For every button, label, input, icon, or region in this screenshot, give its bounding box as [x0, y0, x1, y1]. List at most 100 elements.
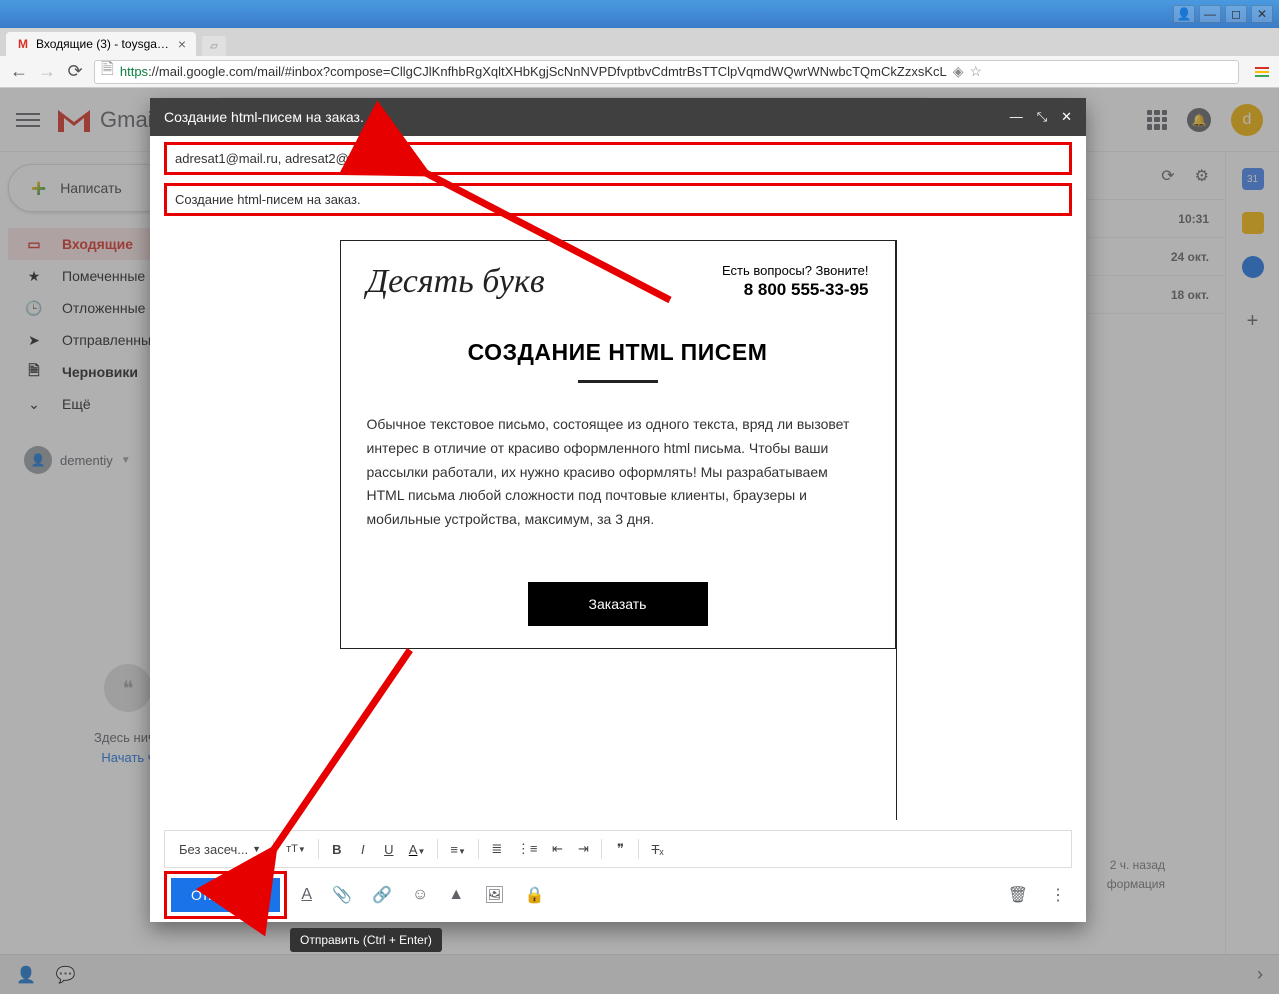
sidebar-label: Черновики: [62, 364, 138, 380]
compose-button[interactable]: + Написать: [8, 164, 168, 212]
quote-icon[interactable]: ❞: [608, 837, 632, 861]
mail-time: 10:31: [1178, 212, 1209, 226]
bold-icon[interactable]: B: [325, 838, 349, 861]
bookmark-icon[interactable]: ☆: [970, 63, 983, 80]
url-text: https://mail.google.com/mail/#inbox?comp…: [120, 64, 947, 79]
send-button[interactable]: Отправить: [171, 878, 280, 912]
star-icon: ★: [24, 268, 44, 285]
link-icon[interactable]: 🔗: [366, 879, 398, 911]
emoji-icon[interactable]: ☺: [406, 880, 434, 910]
maximize-button[interactable]: ◻: [1225, 5, 1247, 23]
calendar-icon[interactable]: 31: [1242, 168, 1264, 190]
hangouts-chat-icon[interactable]: 💬: [56, 965, 76, 985]
refresh-icon[interactable]: ⟳: [1161, 166, 1174, 186]
new-tab-button[interactable]: ▱: [202, 36, 226, 56]
sidebar-label: Отложенные: [62, 300, 145, 316]
tasks-icon[interactable]: [1242, 256, 1264, 278]
tab-close-icon[interactable]: ×: [178, 36, 186, 52]
font-size-icon[interactable]: тТ▼: [280, 839, 312, 859]
format-toolbar: Без засеч...▼ тТ▼ B I U A▼ ≡▼ ≣ ⋮≡ ⇤ ⇥ ❞…: [164, 830, 1072, 868]
close-icon[interactable]: ✕: [1061, 109, 1072, 125]
compose-label: Написать: [60, 180, 121, 196]
email-body-text: Обычное текстовое письмо, состоящее из о…: [367, 413, 869, 532]
window-titlebar: 👤 — ◻ ✕: [0, 0, 1279, 28]
email-divider: [578, 380, 658, 383]
settings-gear-icon[interactable]: ⚙: [1195, 166, 1209, 186]
user-name: dementiy: [60, 453, 113, 468]
email-brand-logo: Десять букв: [367, 263, 545, 301]
compose-titlebar[interactable]: Создание html-писем на заказ. — ⤡ ✕: [150, 98, 1086, 136]
browser-toolbar: ← → ⟳ 🗎 https://mail.google.com/mail/#in…: [0, 56, 1279, 88]
sidebar-label: Отправленные: [62, 332, 159, 348]
send-highlight-box: Отправить: [164, 871, 287, 919]
minimize-icon[interactable]: —: [1010, 109, 1023, 125]
unordered-list-icon[interactable]: ⋮≡: [511, 837, 544, 861]
minimize-button[interactable]: —: [1199, 5, 1221, 23]
apps-grid-icon[interactable]: [1147, 110, 1167, 130]
clock-icon: 🕒: [24, 300, 44, 317]
align-icon[interactable]: ≡▼: [444, 838, 472, 861]
browser-menu-button[interactable]: [1255, 67, 1269, 77]
gmail-logo[interactable]: Gmail: [56, 106, 157, 134]
shrink-icon[interactable]: ⤡: [1037, 109, 1047, 125]
compose-fields: adresat1@mail.ru, adresat2@ya.ru Создани…: [150, 136, 1086, 230]
email-contact: Есть вопросы? Звоните! 8 800 555-33-95: [722, 263, 868, 300]
extension-icon[interactable]: ◈: [953, 63, 964, 80]
italic-icon[interactable]: I: [351, 838, 375, 861]
hangouts-bottom-bar: 👤 💬 ›: [0, 954, 1279, 994]
clear-formatting-icon[interactable]: Tₓ: [645, 838, 669, 861]
attach-icon[interactable]: 📎: [326, 879, 358, 911]
underline-icon[interactable]: U: [377, 838, 401, 861]
more-options-icon[interactable]: ⋮: [1044, 879, 1072, 911]
forward-button[interactable]: →: [38, 61, 56, 82]
chrome-user-icon[interactable]: 👤: [1173, 5, 1195, 23]
mail-time: 24 окт.: [1171, 250, 1209, 264]
email-title: СОЗДАНИЕ HTML ПИСЕМ: [367, 339, 869, 366]
hamburger-menu-icon[interactable]: [16, 108, 40, 132]
tab-title: Входящие (3) - toysgarden: [36, 37, 172, 51]
email-preview-card: Десять букв Есть вопросы? Звоните! 8 800…: [340, 240, 896, 649]
drive-icon[interactable]: ▲: [442, 880, 470, 910]
image-icon[interactable]: 🖼: [478, 879, 510, 911]
page-info-icon[interactable]: 🗎: [101, 58, 114, 85]
email-cta-button[interactable]: Заказать: [528, 582, 708, 626]
plus-icon: +: [31, 173, 46, 204]
gmail-favicon: M: [16, 37, 30, 51]
delete-draft-icon[interactable]: 🗑: [1002, 879, 1034, 911]
keep-icon[interactable]: [1242, 212, 1264, 234]
confidential-icon[interactable]: 🔒: [518, 879, 550, 911]
compose-title: Создание html-писем на заказ.: [164, 109, 364, 125]
back-button[interactable]: ←: [10, 61, 28, 82]
subject-field[interactable]: Создание html-писем на заказ.: [164, 183, 1072, 216]
text-format-icon[interactable]: A: [295, 880, 318, 910]
drafts-icon: 🗎: [24, 360, 44, 384]
text-color-icon[interactable]: A▼: [403, 838, 432, 861]
indent-less-icon[interactable]: ⇤: [545, 837, 569, 861]
gmail-m-icon: [56, 106, 92, 134]
addons-plus-icon[interactable]: +: [1247, 310, 1259, 333]
sidebar-label: Ещё: [62, 396, 91, 412]
notifications-icon[interactable]: 🔔: [1187, 108, 1211, 132]
send-tooltip: Отправить (Ctrl + Enter): [290, 928, 442, 952]
ordered-list-icon[interactable]: ≣: [485, 837, 509, 861]
hangouts-icon: ❝: [104, 664, 152, 712]
sidebar-label: Входящие: [62, 236, 133, 252]
account-avatar[interactable]: d: [1231, 104, 1263, 136]
close-window-button[interactable]: ✕: [1251, 5, 1273, 23]
compose-body[interactable]: Десять букв Есть вопросы? Звоните! 8 800…: [150, 230, 1086, 830]
font-family-dropdown[interactable]: Без засеч...▼: [173, 840, 267, 859]
person-icon[interactable]: 👤: [16, 965, 36, 985]
sidebar-label: Помеченные: [62, 268, 145, 284]
chevron-right-icon[interactable]: ›: [1257, 964, 1263, 985]
user-avatar-icon: 👤: [24, 446, 52, 474]
browser-tabs: M Входящие (3) - toysgarden × ▱: [0, 28, 1279, 56]
mail-time: 18 окт.: [1171, 288, 1209, 302]
inbox-icon: ▭: [24, 236, 44, 253]
chevron-down-icon: ▼: [121, 455, 131, 466]
recipients-field[interactable]: adresat1@mail.ru, adresat2@ya.ru: [164, 142, 1072, 175]
indent-more-icon[interactable]: ⇥: [571, 837, 595, 861]
browser-tab-active[interactable]: M Входящие (3) - toysgarden ×: [6, 32, 196, 56]
right-sidebar: 31 +: [1225, 152, 1279, 994]
reload-button[interactable]: ⟳: [66, 61, 84, 82]
address-bar[interactable]: 🗎 https://mail.google.com/mail/#inbox?co…: [94, 60, 1239, 84]
